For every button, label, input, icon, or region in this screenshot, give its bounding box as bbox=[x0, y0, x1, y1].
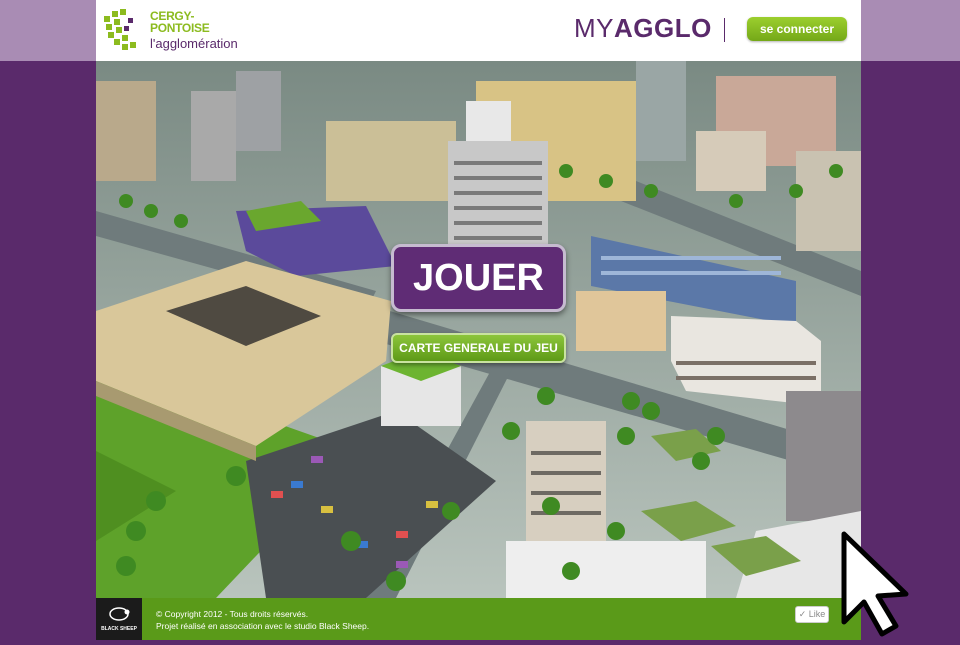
city-scene-image bbox=[96, 61, 861, 598]
brand-main: AGGLO bbox=[614, 13, 712, 43]
pointer-cursor-icon bbox=[841, 531, 909, 637]
connect-button[interactable]: se connecter bbox=[747, 17, 847, 41]
credit-text: Projet réalisé en association avec le st… bbox=[156, 621, 370, 631]
copyright-text: © Copyright 2012 - Tous droits réservés. bbox=[156, 609, 309, 619]
logo-subtitle: l'agglomération bbox=[150, 36, 238, 51]
brand-prefix: MY bbox=[574, 13, 614, 43]
logo-text: BLACK SHEEP bbox=[101, 626, 138, 632]
logo-mark-icon bbox=[104, 9, 136, 50]
brand-divider bbox=[724, 18, 725, 42]
play-button[interactable]: JOUER bbox=[391, 244, 566, 312]
thumbs-up-icon: ✓ bbox=[798, 609, 807, 619]
like-label: Like bbox=[808, 609, 826, 619]
logo-name: CERGY-PONTOISE bbox=[150, 9, 210, 35]
myagglo-brand[interactable]: MYAGGLO bbox=[574, 13, 712, 44]
sheep-icon: BLACK SHEEP bbox=[101, 607, 138, 632]
black-sheep-logo[interactable]: BLACK SHEEP bbox=[96, 598, 142, 640]
city-scene-illustration bbox=[96, 61, 861, 598]
like-button[interactable]: ✓ Like bbox=[795, 606, 829, 623]
footer: BLACK SHEEP © Copyright 2012 - Tous droi… bbox=[96, 598, 861, 640]
cergy-pontoise-logo[interactable]: CERGY-PONTOISE l'agglomération bbox=[102, 6, 252, 54]
game-map-button[interactable]: CARTE GENERALE DU JEU bbox=[391, 333, 566, 363]
header: CERGY-PONTOISE l'agglomération MYAGGLO s… bbox=[96, 0, 861, 61]
